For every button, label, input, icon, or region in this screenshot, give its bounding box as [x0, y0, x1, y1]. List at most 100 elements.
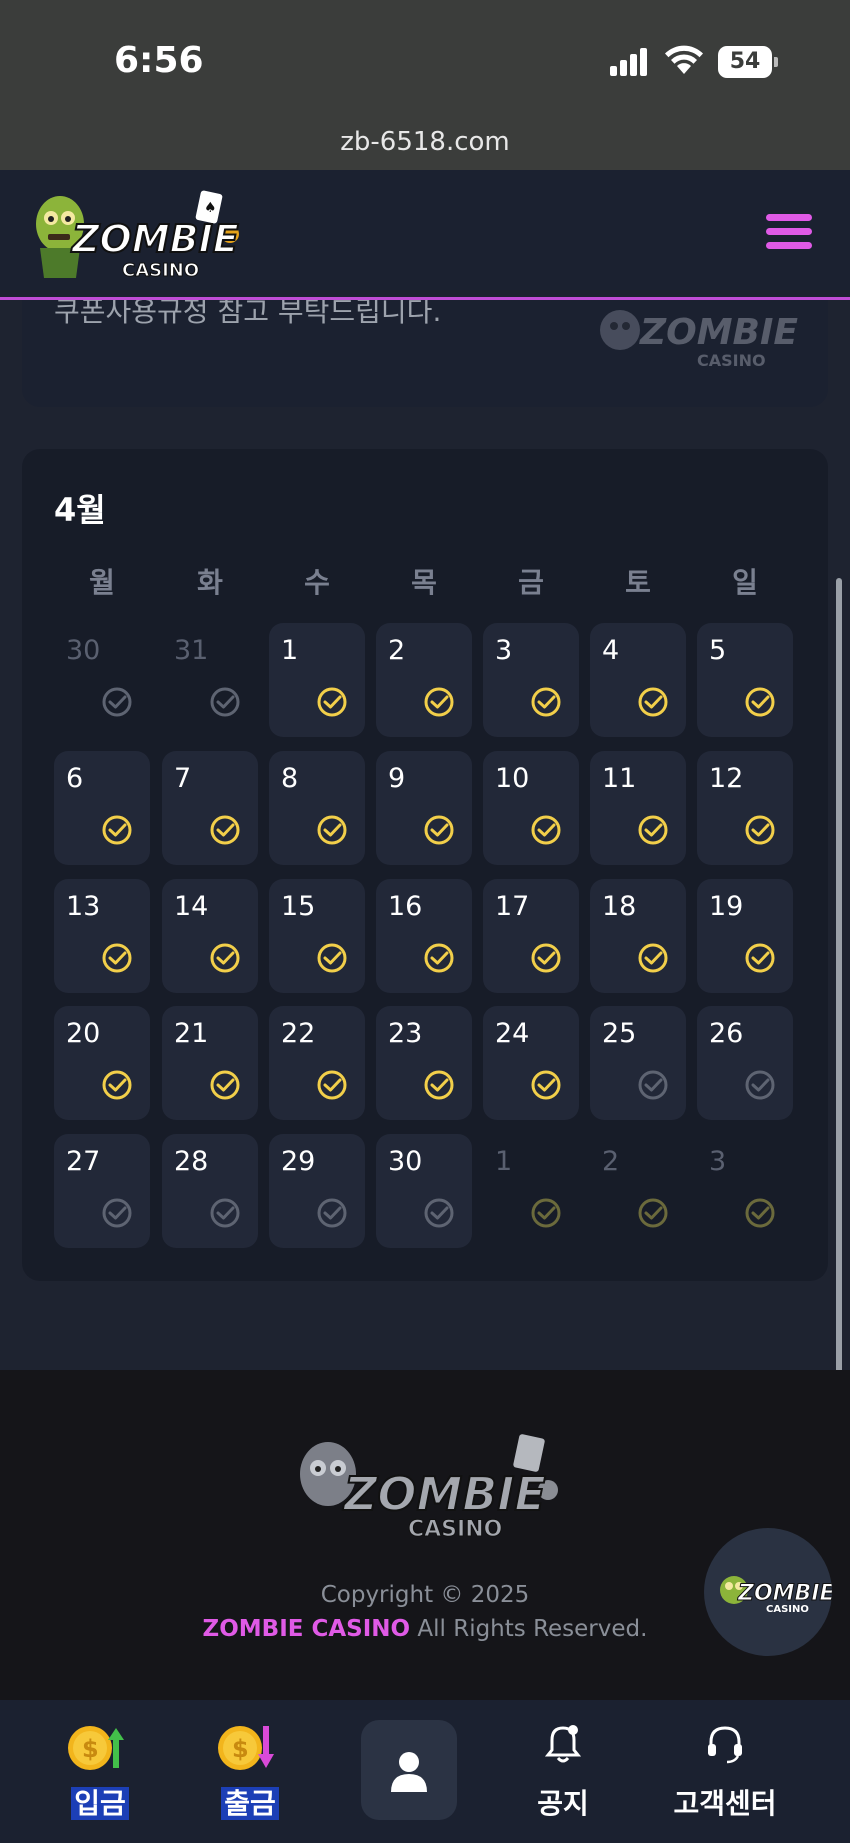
day-number: 21 [174, 1018, 209, 1049]
calendar-day[interactable]: 2 [590, 1134, 686, 1248]
weekday-label: 월 [89, 566, 115, 599]
check-circle-icon [745, 1070, 775, 1100]
calendar-day[interactable]: 7 [162, 751, 258, 865]
calendar-day[interactable]: 14 [162, 879, 258, 993]
calendar-day[interactable]: 4 [590, 623, 686, 737]
check-circle-icon [210, 815, 240, 845]
day-number: 4 [602, 635, 620, 666]
calendar-day[interactable]: 5 [697, 623, 793, 737]
check-circle-icon [638, 943, 668, 973]
site-footer: ZOMBIE CASINO Copyright © 2025 ZOMBIE CA… [0, 1370, 850, 1700]
calendar-day[interactable]: 3 [483, 623, 579, 737]
day-number: 1 [495, 1146, 513, 1177]
check-circle-icon [317, 687, 347, 717]
calendar-day[interactable]: 27 [54, 1134, 150, 1248]
day-number: 2 [602, 1146, 620, 1177]
day-number: 31 [174, 635, 209, 666]
check-circle-icon [424, 943, 454, 973]
day-number: 8 [281, 763, 299, 794]
calendar-day[interactable]: 11 [590, 751, 686, 865]
nav-deposit[interactable]: $ 입금 [50, 1700, 150, 1843]
day-number: 27 [66, 1146, 101, 1177]
nav-support-label: 고객센터 [673, 1787, 777, 1820]
check-circle-icon [531, 815, 561, 845]
calendar-day[interactable]: 22 [269, 1006, 365, 1120]
check-circle-icon [102, 1198, 132, 1228]
calendar-day[interactable]: 29 [269, 1134, 365, 1248]
check-circle-icon [531, 943, 561, 973]
rights-reserved-text: All Rights Reserved. [410, 1616, 648, 1642]
calendar-day[interactable]: 12 [697, 751, 793, 865]
calendar-day[interactable]: 31 [162, 623, 258, 737]
check-circle-icon [745, 815, 775, 845]
calendar-day[interactable]: 21 [162, 1006, 258, 1120]
address-bar[interactable]: zb-6518.com [0, 128, 850, 170]
calendar-day[interactable]: 23 [376, 1006, 472, 1120]
bell-icon [545, 1725, 581, 1763]
calendar-day[interactable]: 24 [483, 1006, 579, 1120]
calendar-day[interactable]: 3 [697, 1134, 793, 1248]
bottom-navigation: $ 입금 $ 출금 공지 고객센터 [0, 1700, 850, 1843]
calendar-day[interactable]: 30 [376, 1134, 472, 1248]
status-time: 6:56 [114, 40, 204, 81]
check-circle-icon [317, 815, 347, 845]
check-circle-icon [424, 815, 454, 845]
coin-down-icon: $ [218, 1726, 274, 1770]
zombie-casino-logo[interactable]: ♠ ZOMBIE CASINO [30, 188, 245, 283]
calendar-day[interactable]: 19 [697, 879, 793, 993]
svg-text:ZOMBIE: ZOMBIE [639, 312, 798, 353]
check-circle-icon [210, 1198, 240, 1228]
zombie-casino-watermark-logo: ZOMBIE CASINO [600, 310, 798, 370]
check-circle-icon [210, 1070, 240, 1100]
check-circle-icon [424, 1070, 454, 1100]
weekday-label: 목 [411, 566, 437, 599]
nav-notice-label: 공지 [537, 1787, 589, 1820]
check-circle-icon [638, 1070, 668, 1100]
svg-text:CASINO: CASINO [408, 1517, 502, 1540]
calendar-day[interactable]: 25 [590, 1006, 686, 1120]
footer-zombie-casino-logo: ZOMBIE CASINO [300, 1434, 558, 1540]
calendar-day[interactable]: 8 [269, 751, 365, 865]
day-number: 20 [66, 1018, 101, 1049]
calendar-day[interactable]: 9 [376, 751, 472, 865]
calendar-day[interactable]: 1 [269, 623, 365, 737]
svg-text:CASINO: CASINO [122, 260, 199, 281]
day-number: 19 [709, 891, 744, 922]
calendar-day[interactable]: 2 [376, 623, 472, 737]
notice-card: 쿠폰사용규정 참고 부탁드립니다. ZOMBIE CASINO [22, 300, 828, 407]
nav-withdraw[interactable]: $ 출금 [200, 1700, 300, 1843]
calendar-day[interactable]: 10 [483, 751, 579, 865]
calendar-day[interactable]: 30 [54, 623, 150, 737]
status-bar: 6:56 54 [0, 0, 850, 128]
day-number: 25 [602, 1018, 637, 1049]
svg-text:CASINO: CASINO [697, 351, 766, 370]
nav-notice[interactable]: 공지 [515, 1700, 611, 1843]
calendar-day[interactable]: 16 [376, 879, 472, 993]
calendar-day[interactable]: 17 [483, 879, 579, 993]
calendar-day[interactable]: 6 [54, 751, 150, 865]
floating-zombie-logo-icon: ZOMBIE CASINO [720, 1576, 832, 1615]
calendar-day[interactable]: 1 [483, 1134, 579, 1248]
check-circle-icon [317, 1198, 347, 1228]
check-circle-icon [531, 1070, 561, 1100]
check-circle-icon [638, 687, 668, 717]
calendar-day[interactable]: 13 [54, 879, 150, 993]
day-number: 24 [495, 1018, 530, 1049]
nav-support[interactable]: 고객센터 [660, 1700, 790, 1843]
calendar-day[interactable]: 28 [162, 1134, 258, 1248]
check-circle-icon [531, 687, 561, 717]
check-circle-icon [210, 687, 240, 717]
hamburger-menu-button[interactable] [766, 212, 814, 252]
battery-icon: 54 [718, 46, 778, 78]
calendar-day[interactable]: 18 [590, 879, 686, 993]
svg-text:CASINO: CASINO [766, 1604, 809, 1615]
calendar-day[interactable]: 20 [54, 1006, 150, 1120]
day-number: 16 [388, 891, 423, 922]
calendar-day[interactable]: 26 [697, 1006, 793, 1120]
svg-text:$: $ [82, 1735, 99, 1763]
calendar-day[interactable]: 15 [269, 879, 365, 993]
nav-profile-button[interactable] [361, 1720, 457, 1820]
floating-logo-button[interactable]: ZOMBIE CASINO [704, 1528, 832, 1656]
day-number: 11 [602, 763, 637, 794]
check-circle-icon [102, 815, 132, 845]
